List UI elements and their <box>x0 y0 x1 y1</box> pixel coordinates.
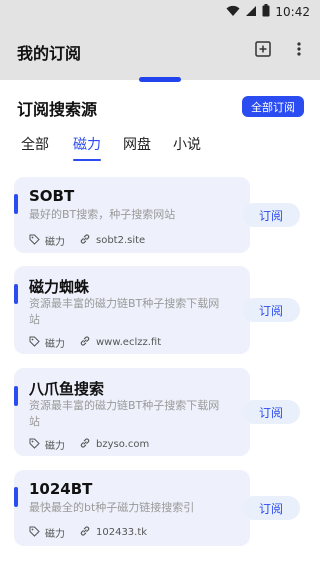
tab-active-indicator <box>73 159 101 161</box>
site-url: www.eclzz.fit <box>96 337 162 348</box>
source-card[interactable]: 八爪鱼搜索 资源最丰富的磁力链BT种子搜索下载网站 磁力 bzyso.com <box>14 368 250 456</box>
card-accent-bar <box>14 284 18 304</box>
source-site: bzyso.com <box>79 437 149 452</box>
source-tag: 磁力 <box>29 525 65 540</box>
source-meta: 磁力 102433.tk <box>29 525 161 540</box>
source-description: 资源最丰富的磁力链BT种子搜索下载网站 <box>29 399 220 428</box>
tab-label: 全部 <box>21 137 49 153</box>
tab-magnet[interactable]: 磁力 <box>73 134 101 161</box>
link-icon <box>79 525 91 540</box>
subscribe-button[interactable]: 订阅 <box>242 203 300 227</box>
cellular-signal-icon <box>245 5 257 20</box>
source-card[interactable]: 磁力蜘蛛 资源最丰富的磁力链BT种子搜索下载网站 磁力 www.eclzz.fi… <box>14 266 250 354</box>
source-site: sobt2.site <box>79 233 145 248</box>
tab-novel[interactable]: 小说 <box>173 134 201 160</box>
tag-icon <box>29 336 40 350</box>
page-indicator <box>139 77 181 82</box>
source-tag: 磁力 <box>29 437 65 452</box>
source-site: www.eclzz.fit <box>79 335 161 350</box>
source-tag: 磁力 <box>29 233 65 248</box>
source-name: 1024BT <box>29 480 93 498</box>
source-description: 资源最丰富的磁力链BT种子搜索下载网站 <box>29 297 220 326</box>
tag-label: 磁力 <box>45 237 65 248</box>
subscribe-button[interactable]: 订阅 <box>242 298 300 322</box>
tag-icon <box>29 526 40 540</box>
site-url: bzyso.com <box>96 439 150 450</box>
card-accent-bar <box>14 194 18 214</box>
link-icon <box>79 437 91 452</box>
link-icon <box>79 335 91 350</box>
tab-all[interactable]: 全部 <box>21 134 49 160</box>
source-name: 磁力蜘蛛 <box>29 278 90 296</box>
tag-icon <box>29 438 40 452</box>
source-tag: 磁力 <box>29 335 65 350</box>
subscribe-button[interactable]: 订阅 <box>242 496 300 520</box>
source-meta: 磁力 sobt2.site <box>29 233 159 248</box>
status-bar: 10:42 <box>0 0 320 24</box>
category-tabs: 全部 磁力 网盘 小说 <box>0 134 320 162</box>
more-vert-icon[interactable] <box>288 38 310 60</box>
status-time: 10:42 <box>275 5 310 19</box>
source-meta: 磁力 www.eclzz.fit <box>29 335 175 350</box>
section-title: 订阅搜索源 <box>17 100 98 119</box>
source-card[interactable]: 1024BT 最快最全的bt种子磁力链接搜索引 磁力 102433.tk <box>14 470 250 546</box>
tag-label: 磁力 <box>45 339 65 350</box>
tag-icon <box>29 234 40 248</box>
card-accent-bar <box>14 487 18 507</box>
tag-label: 磁力 <box>45 441 65 452</box>
tab-label: 小说 <box>173 137 201 153</box>
site-url: sobt2.site <box>96 235 146 246</box>
site-url: 102433.tk <box>96 527 148 538</box>
source-description: 最好的BT搜索，种子搜索网站 <box>29 208 176 221</box>
source-name: 八爪鱼搜索 <box>29 380 105 398</box>
source-site: 102433.tk <box>79 525 147 540</box>
card-accent-bar <box>14 386 18 406</box>
page-title: 我的订阅 <box>17 44 82 63</box>
tab-netdisk[interactable]: 网盘 <box>123 134 151 160</box>
source-name: SOBT <box>29 187 75 205</box>
source-card[interactable]: SOBT 最好的BT搜索，种子搜索网站 磁力 sobt2.site <box>14 177 250 253</box>
source-meta: 磁力 bzyso.com <box>29 437 163 452</box>
section-header: 订阅搜索源 全部订阅 <box>0 96 320 120</box>
tab-label: 网盘 <box>123 137 151 153</box>
battery-icon <box>262 4 270 20</box>
wifi-icon <box>226 5 240 20</box>
source-description: 最快最全的bt种子磁力链接搜索引 <box>29 501 195 514</box>
subscribe-button[interactable]: 订阅 <box>242 400 300 424</box>
all-subscriptions-button[interactable]: 全部订阅 <box>242 96 304 117</box>
add-icon[interactable] <box>252 38 274 60</box>
tag-label: 磁力 <box>45 529 65 540</box>
link-icon <box>79 233 91 248</box>
app-bar: 我的订阅 <box>0 24 320 80</box>
tab-label: 磁力 <box>73 137 101 153</box>
